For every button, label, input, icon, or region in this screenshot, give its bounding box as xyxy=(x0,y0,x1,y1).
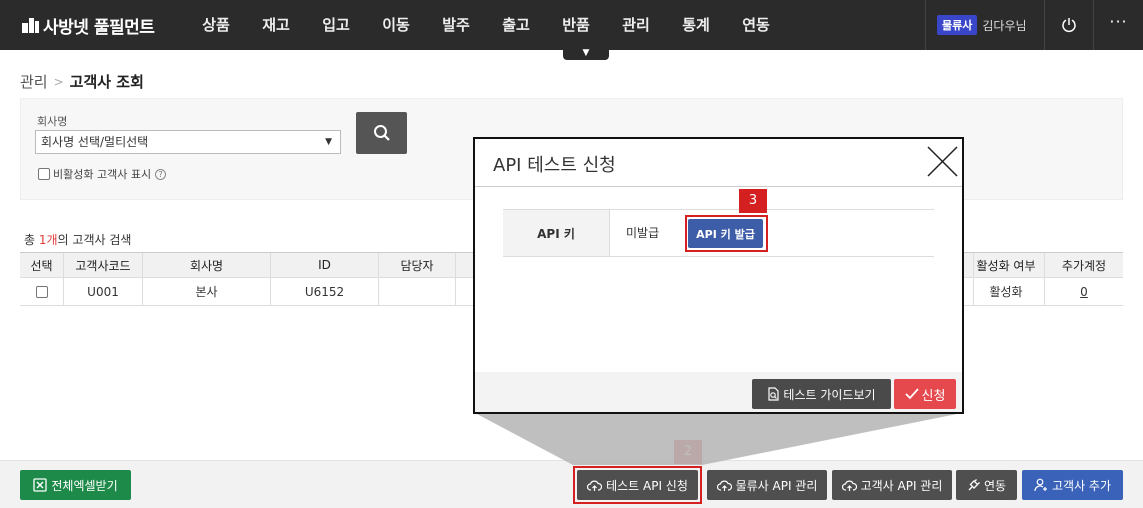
integration-label: 연동 xyxy=(983,478,1007,493)
nav-item-product[interactable]: 상품 xyxy=(186,0,246,50)
callout-badge-3: 3 xyxy=(739,189,767,213)
column-header-select[interactable]: 선택 xyxy=(20,253,64,277)
search-button[interactable] xyxy=(356,112,407,154)
show-inactive-option[interactable]: 비활성화 고객사 표시 ? xyxy=(38,166,167,182)
nav-item-return[interactable]: 반품 xyxy=(546,0,606,50)
role-badge: 물류사 xyxy=(937,15,978,35)
dialog-footer: 테스트 가이드보기 신청 xyxy=(475,372,962,412)
test-guide-label: 테스트 가이드보기 xyxy=(783,387,876,402)
close-button[interactable] xyxy=(926,145,959,178)
cell-manager xyxy=(379,278,456,305)
cell-active: 활성화 xyxy=(968,278,1045,305)
column-header-code[interactable]: 고객사코드 xyxy=(64,253,143,277)
nav-item-outbound[interactable]: 출고 xyxy=(486,0,546,50)
callout-highlight-2 xyxy=(573,466,702,504)
company-select[interactable]: 회사명 선택/멀티선택 ▼ xyxy=(35,130,341,154)
nav-item-integration[interactable]: 연동 xyxy=(726,0,786,50)
result-count-number: 1개 xyxy=(38,233,58,247)
cell-id: U6152 xyxy=(271,278,379,305)
logo-text: 사방넷 풀필먼트 xyxy=(43,17,155,38)
customer-api-manage-label: 고객사 API 관리 xyxy=(860,478,943,493)
nav-collapse-toggle[interactable]: ▼ xyxy=(563,48,609,60)
nav-item-statistics[interactable]: 통계 xyxy=(666,0,726,50)
breadcrumb: 관리 > 고객사 조회 xyxy=(20,71,144,92)
nav-item-inbound[interactable]: 입고 xyxy=(306,0,366,50)
nav-item-manage[interactable]: 관리 xyxy=(606,0,666,50)
excel-icon xyxy=(33,478,48,492)
page-title: 고객사 조회 xyxy=(69,73,144,91)
test-guide-button[interactable]: 테스트 가이드보기 xyxy=(752,379,891,409)
nav-item-inventory[interactable]: 재고 xyxy=(246,0,306,50)
breadcrumb-separator: > xyxy=(53,74,64,89)
cell-extra-accounts: 0 xyxy=(1045,278,1123,305)
integration-button[interactable]: 연동 xyxy=(956,470,1017,500)
nav-item-transfer[interactable]: 이동 xyxy=(366,0,426,50)
company-select-placeholder: 회사명 선택/멀티선택 xyxy=(41,135,149,149)
api-test-request-dialog: API 테스트 신청 API 키 미발급 API 키 발급 3 테스트 가이드보… xyxy=(473,137,964,414)
apply-label: 신청 xyxy=(921,388,946,404)
api-key-status: 미발급 xyxy=(626,226,660,240)
cloud-upload-icon xyxy=(841,480,857,491)
logistics-api-manage-label: 물류사 API 관리 xyxy=(735,478,818,493)
search-icon xyxy=(373,125,390,141)
check-icon xyxy=(904,388,919,400)
add-customer-label: 고객사 추가 xyxy=(1051,478,1111,493)
callout-highlight-3 xyxy=(685,215,768,252)
close-icon xyxy=(927,146,958,177)
excel-download-label: 전체엑셀받기 xyxy=(51,478,118,493)
user-info[interactable]: 물류사 김다우님 xyxy=(930,0,1027,50)
api-key-label: API 키 xyxy=(503,210,610,256)
logistics-api-manage-button[interactable]: 물류사 API 관리 xyxy=(707,470,827,500)
plug-icon xyxy=(968,478,980,490)
logo-mark-icon xyxy=(22,17,39,33)
apply-button[interactable]: 신청 xyxy=(894,379,956,409)
logo[interactable]: 사방넷 풀필먼트 xyxy=(22,12,155,38)
top-divider xyxy=(925,0,926,50)
add-user-icon xyxy=(1034,478,1047,492)
bottom-action-bar: 전체엑셀받기 테스트 API 신청 물류사 API 관리 고객사 API 관리 … xyxy=(0,460,1143,508)
excel-download-button[interactable]: 전체엑셀받기 xyxy=(20,470,131,500)
extra-accounts-link[interactable]: 0 xyxy=(1080,285,1088,299)
company-field-label: 회사명 xyxy=(37,115,68,128)
breadcrumb-root[interactable]: 관리 xyxy=(20,71,48,92)
cell-company: 본사 xyxy=(143,278,271,305)
cloud-upload-icon xyxy=(716,480,732,491)
show-inactive-label: 비활성화 고객사 표시 xyxy=(53,168,152,181)
help-icon[interactable]: ? xyxy=(155,168,167,180)
add-customer-button[interactable]: 고객사 추가 xyxy=(1022,470,1123,500)
row-checkbox[interactable] xyxy=(35,285,48,298)
column-header-company[interactable]: 회사명 xyxy=(143,253,271,277)
column-header-manager[interactable]: 담당자 xyxy=(379,253,456,277)
column-header-extra-accounts[interactable]: 추가계정 xyxy=(1045,253,1123,277)
cell-code: U001 xyxy=(64,278,143,305)
row-select-cell xyxy=(20,278,64,305)
top-nav-bar: 사방넷 풀필먼트 상품 재고 입고 이동 발주 출고 반품 관리 통계 연동 물… xyxy=(0,0,1143,50)
dialog-title: API 테스트 신청 xyxy=(493,155,616,176)
logout-button[interactable] xyxy=(1045,0,1093,50)
user-name: 김다우님 xyxy=(982,18,1027,33)
callout-badge-2: 2 xyxy=(674,440,702,464)
show-inactive-checkbox[interactable] xyxy=(38,168,50,180)
column-header-id[interactable]: ID xyxy=(271,253,379,277)
chevron-down-icon: ▼ xyxy=(325,137,332,147)
column-header-active[interactable]: 활성화 여부 xyxy=(968,253,1045,277)
dialog-divider xyxy=(475,186,962,187)
power-icon xyxy=(1062,18,1076,33)
result-count: 총 1개의 고객사 검색 xyxy=(24,233,132,247)
main-nav: 상품 재고 입고 이동 발주 출고 반품 관리 통계 연동 xyxy=(186,0,786,50)
nav-item-order[interactable]: 발주 xyxy=(426,0,486,50)
more-menu-button[interactable]: ··· xyxy=(1094,0,1143,50)
customer-api-manage-button[interactable]: 고객사 API 관리 xyxy=(832,470,952,500)
document-search-icon xyxy=(768,387,780,401)
